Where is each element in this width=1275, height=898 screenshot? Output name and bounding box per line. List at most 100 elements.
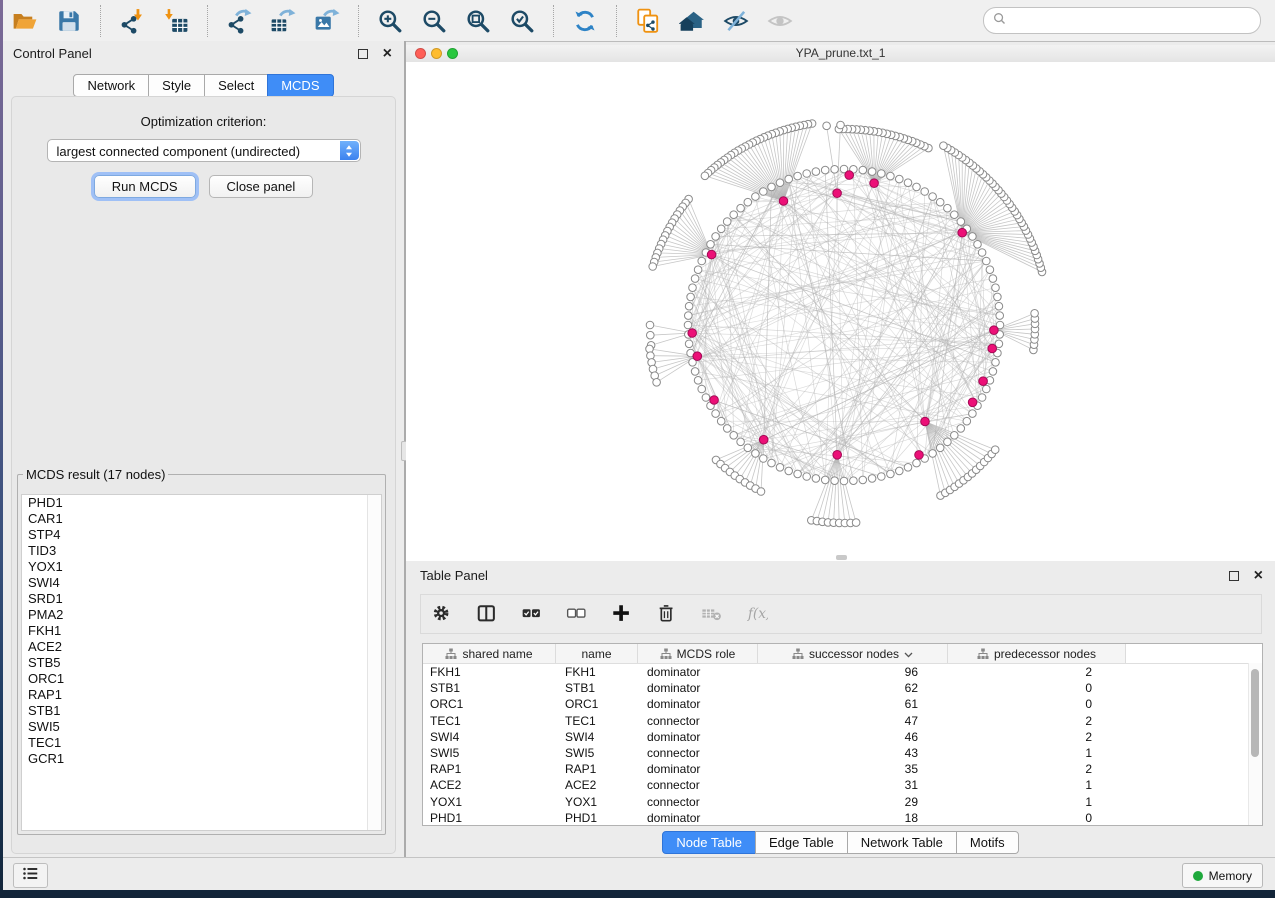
delete-column-button[interactable] [656,602,680,626]
select-all-columns-button[interactable] [521,602,545,626]
mcds-result-item[interactable]: FKH1 [22,623,381,639]
show-columns-button[interactable] [476,602,500,626]
import-table-button[interactable] [162,7,190,35]
delete-table-button[interactable] [701,602,725,626]
create-column-button[interactable] [611,602,635,626]
zoom-fit-icon [465,8,491,34]
table-row[interactable]: ORC1ORC1dominator610 [423,696,1262,712]
export-image-button[interactable] [313,7,341,35]
mcds-result-item[interactable]: RAP1 [22,687,381,703]
float-panel-icon[interactable] [1229,571,1239,581]
table-row[interactable]: STB1STB1dominator620 [423,680,1262,696]
canvas-hscroll-thumb[interactable] [836,555,847,560]
mcds-result-item[interactable]: TID3 [22,543,381,559]
task-history-button[interactable] [13,863,48,888]
table-scrollbar-track[interactable] [1248,663,1262,825]
create-column-icon [611,603,635,625]
close-panel-icon[interactable]: × [383,43,392,65]
column-header-successor-nodes[interactable]: successor nodes [758,644,948,663]
close-panel-button[interactable]: Close panel [209,175,314,198]
close-panel-icon[interactable]: × [1254,565,1263,587]
table-row[interactable]: YOX1YOX1connector291 [423,794,1262,810]
column-header-shared-name[interactable]: shared name [423,644,556,663]
table-row[interactable]: SWI5SWI5connector431 [423,745,1262,761]
mcds-result-item[interactable]: ORC1 [22,671,381,687]
zoom-selected-button[interactable] [508,7,536,35]
mcds-result-item[interactable]: SWI5 [22,719,381,735]
mcds-result-item[interactable]: SWI4 [22,575,381,591]
column-type-icon [977,648,989,660]
table-row[interactable]: SWI4SWI4dominator462 [423,729,1262,745]
table-cell: SWI5 [423,746,556,760]
mcds-result-item[interactable]: ACE2 [22,639,381,655]
table-row[interactable]: ACE2ACE2connector311 [423,777,1262,793]
table-cell: RAP1 [423,762,556,776]
column-type-icon [445,648,457,660]
main-toolbar [3,0,1275,42]
mcds-result-item[interactable]: TEC1 [22,735,381,751]
table-row[interactable]: RAP1RAP1dominator352 [423,761,1262,777]
tab-mcds[interactable]: MCDS [267,74,333,97]
zoom-out-button[interactable] [420,7,448,35]
column-settings-gear-button[interactable] [431,602,455,626]
zoom-in-button[interactable] [376,7,404,35]
list-scrollbar-track[interactable] [367,495,381,830]
mcds-result-item[interactable]: STP4 [22,527,381,543]
deselect-all-columns-button[interactable] [566,602,590,626]
column-header-mcds-role[interactable]: MCDS role [638,644,758,663]
network-files-button[interactable] [634,7,662,35]
memory-button[interactable]: Memory [1182,863,1263,888]
hide-selected-button[interactable] [722,7,750,35]
table-row[interactable]: FKH1FKH1dominator962 [423,664,1262,680]
export-network-button[interactable] [225,7,253,35]
table-cell: RAP1 [556,762,638,776]
mcds-result-list[interactable]: PHD1CAR1STP4TID3YOX1SWI4SRD1PMA2FKH1ACE2… [21,494,382,831]
mcds-result-item[interactable]: GCR1 [22,751,381,767]
tab-edge-table[interactable]: Edge Table [755,831,848,854]
show-all-icon [767,8,793,34]
mcds-result-item[interactable]: STB5 [22,655,381,671]
network-canvas[interactable] [406,62,1275,561]
mcds-result-item[interactable]: PMA2 [22,607,381,623]
table-row[interactable]: TEC1TEC1connector472 [423,713,1262,729]
table-cell: ACE2 [423,778,556,792]
refresh-layout-button[interactable] [571,7,599,35]
mcds-result-item[interactable]: SRD1 [22,591,381,607]
tab-node-table[interactable]: Node Table [662,831,756,854]
mcds-result-item[interactable]: PHD1 [22,495,381,511]
toolbar-separator [358,5,359,37]
table-cell: 62 [758,681,948,695]
save-session-button[interactable] [55,7,83,35]
export-table-button[interactable] [269,7,297,35]
tab-motifs[interactable]: Motifs [956,831,1019,854]
mcds-result-item[interactable]: STB1 [22,703,381,719]
column-header-label: successor nodes [809,647,899,661]
function-builder-button[interactable]: f(x) [746,602,770,626]
first-neighbors-button[interactable] [678,7,706,35]
mcds-result-item[interactable]: CAR1 [22,511,381,527]
open-file-button[interactable] [11,7,39,35]
column-header-name[interactable]: name [556,644,638,663]
import-network-icon [119,8,145,34]
network-graph[interactable] [406,62,1275,561]
table-cell: dominator [638,811,758,825]
table-row[interactable]: PHD1PHD1dominator180 [423,810,1262,826]
zoom-fit-button[interactable] [464,7,492,35]
table-cell: TEC1 [423,714,556,728]
tab-style[interactable]: Style [148,74,205,97]
search-input[interactable] [1011,10,1251,32]
table-scrollbar-thumb[interactable] [1251,669,1259,757]
optimization-criterion-select[interactable]: largest connected component (undirected) [47,139,361,162]
tab-network-table[interactable]: Network Table [847,831,957,854]
show-all-button[interactable] [766,7,794,35]
float-panel-icon[interactable] [358,49,368,59]
export-image-icon [314,8,340,34]
tab-select[interactable]: Select [204,74,268,97]
control-panel: Control Panel × NetworkStyleSelectMCDS O… [3,41,404,858]
mcds-result-item[interactable]: YOX1 [22,559,381,575]
import-network-button[interactable] [118,7,146,35]
column-header-predecessor-nodes[interactable]: predecessor nodes [948,644,1126,663]
run-mcds-button[interactable]: Run MCDS [94,175,196,198]
memory-label: Memory [1209,869,1252,883]
tab-network[interactable]: Network [73,74,149,97]
